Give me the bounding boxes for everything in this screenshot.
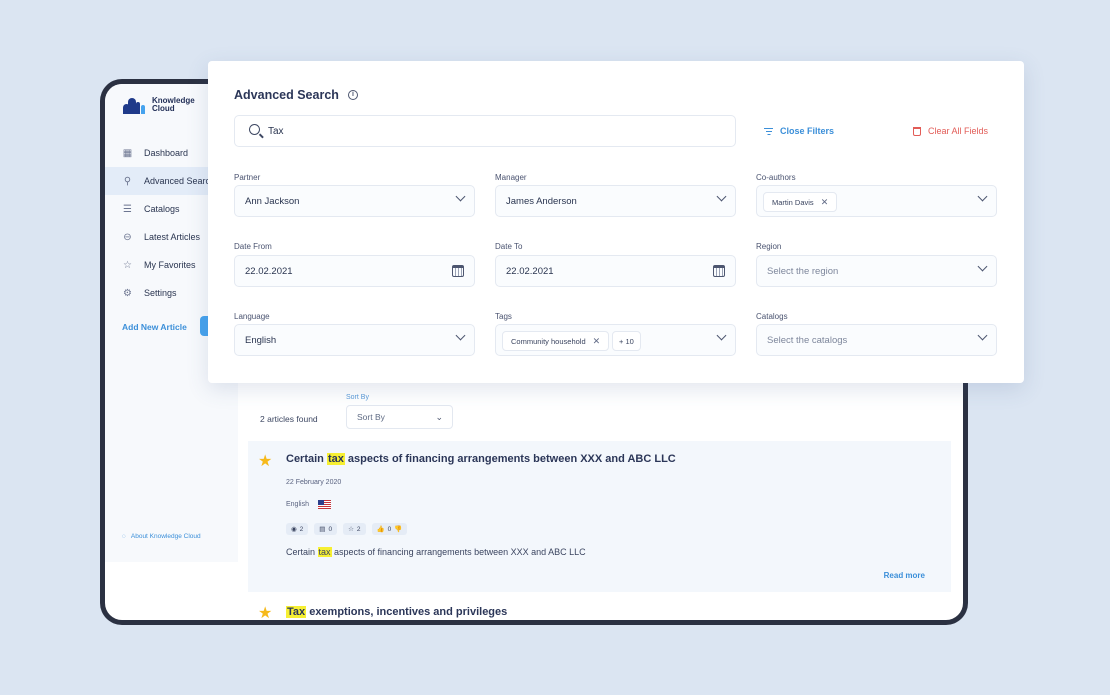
calendar-icon[interactable] <box>713 265 725 277</box>
close-icon[interactable]: ✕ <box>821 197 829 208</box>
article-language: English <box>286 500 331 509</box>
about-link[interactable]: ◌ About Knowledge Cloud <box>122 533 201 540</box>
close-icon[interactable]: ✕ <box>593 336 601 347</box>
favorites-badge: ☆ 2 <box>343 523 366 535</box>
manager-label: Manager <box>495 173 527 182</box>
article-card[interactable]: ★ Certain tax aspects of financing arran… <box>248 441 951 592</box>
dashboard-icon: ▦ <box>122 147 133 159</box>
sidebar-item-label: Advanced Search <box>144 176 216 186</box>
cloud-logo-icon <box>123 96 147 114</box>
sort-by-value: Sort By <box>357 412 385 422</box>
coauthor-chip: Martin Davis ✕ <box>763 192 838 212</box>
article-excerpt: Certain tax aspects of financing arrange… <box>286 547 586 557</box>
likes-badge[interactable]: 👍 0 👎 <box>371 523 408 535</box>
catalogs-select[interactable]: Select the catalogs <box>756 324 997 356</box>
chevron-down-icon: ⌄ <box>435 412 443 422</box>
filter-icon <box>764 127 773 135</box>
list-icon: ☰ <box>123 203 132 215</box>
star-icon: ☆ <box>123 259 132 271</box>
advanced-search-panel: Advanced Search i Close Filters Clear Al… <box>208 61 1024 383</box>
coauthors-select[interactable]: Martin Davis ✕ <box>756 185 997 217</box>
language-select[interactable]: English <box>234 324 475 356</box>
comment-icon: ▤ <box>319 526 326 533</box>
article-title[interactable]: Tax exemptions, incentives and privilege… <box>286 606 507 618</box>
coauthors-label: Co-authors <box>756 173 796 182</box>
calendar-icon[interactable] <box>452 265 464 277</box>
clear-all-fields-button[interactable]: Clear All Fields <box>913 126 988 136</box>
about-label: About Knowledge Cloud <box>130 533 201 540</box>
sidebar-item-label: Dashboard <box>144 148 189 158</box>
date-from-picker[interactable]: 22.02.2021 <box>234 255 475 287</box>
sort-by-label: Sort By <box>346 394 369 401</box>
sidebar-item-label: Settings <box>144 288 177 298</box>
sidebar-item-label: Catalogs <box>144 204 180 214</box>
tags-select[interactable]: Community household ✕ + 10 <box>495 324 736 356</box>
logo-text: Knowledge Cloud <box>152 96 195 113</box>
star-outline-icon: ☆ <box>348 526 354 533</box>
region-label: Region <box>756 242 782 251</box>
tags-label: Tags <box>495 312 512 321</box>
panel-title: Advanced Search i <box>234 88 358 102</box>
chevron-down-icon <box>977 261 988 272</box>
chat-icon: ◌ <box>122 533 126 540</box>
region-select[interactable]: Select the region <box>756 255 997 287</box>
star-icon[interactable]: ★ <box>258 451 272 471</box>
minus-circle-icon: ⊖ <box>123 231 132 243</box>
sidebar-item-label: My Favorites <box>144 260 196 270</box>
chevron-down-icon <box>716 330 727 341</box>
trash-icon <box>913 126 921 136</box>
sidebar-item-label: Latest Articles <box>144 232 201 242</box>
article-stats: ◉ 2 ▤ 0 ☆ 2 👍 0 👎 <box>286 523 408 535</box>
read-more-link[interactable]: Read more <box>884 571 925 580</box>
chevron-down-icon <box>455 330 466 341</box>
tag-chip: Community household ✕ <box>502 331 610 351</box>
date-to-label: Date To <box>495 242 523 251</box>
info-icon[interactable]: i <box>347 90 358 100</box>
results-count: 2 articles found <box>260 414 318 424</box>
eye-icon: ◉ <box>291 526 297 533</box>
article-date: 22 February 2020 <box>286 479 342 486</box>
catalogs-label: Catalogs <box>756 312 788 321</box>
us-flag-icon <box>317 500 331 509</box>
add-new-article-link[interactable]: Add New Article <box>122 322 187 332</box>
search-icon <box>249 124 260 135</box>
search-input[interactable] <box>268 124 708 139</box>
comments-badge: ▤ 0 <box>314 523 338 535</box>
sort-by-select[interactable]: Sort By ⌄ <box>346 405 453 429</box>
language-label: Language <box>234 312 270 321</box>
views-badge: ◉ 2 <box>286 523 309 535</box>
article-title[interactable]: Certain tax aspects of financing arrange… <box>286 453 676 465</box>
date-from-label: Date From <box>234 242 272 251</box>
partner-label: Partner <box>234 173 261 182</box>
close-filters-button[interactable]: Close Filters <box>764 126 834 136</box>
thumbs-down-icon: 👎 <box>394 526 403 533</box>
thumbs-up-icon: 👍 <box>376 526 385 533</box>
search-box[interactable] <box>234 115 736 147</box>
app-logo[interactable]: Knowledge Cloud <box>123 96 195 114</box>
chevron-down-icon <box>455 191 466 202</box>
search-icon: ⚲ <box>123 175 132 187</box>
date-to-picker[interactable]: 22.02.2021 <box>495 255 736 287</box>
partner-select[interactable]: Ann Jackson <box>234 185 475 217</box>
manager-select[interactable]: James Anderson <box>495 185 736 217</box>
star-icon[interactable]: ★ <box>258 603 272 620</box>
chevron-down-icon <box>716 191 727 202</box>
gear-icon: ⚙ <box>123 287 132 299</box>
chevron-down-icon <box>977 191 988 202</box>
more-tags-badge[interactable]: + 10 <box>612 331 641 351</box>
chevron-down-icon <box>977 330 988 341</box>
